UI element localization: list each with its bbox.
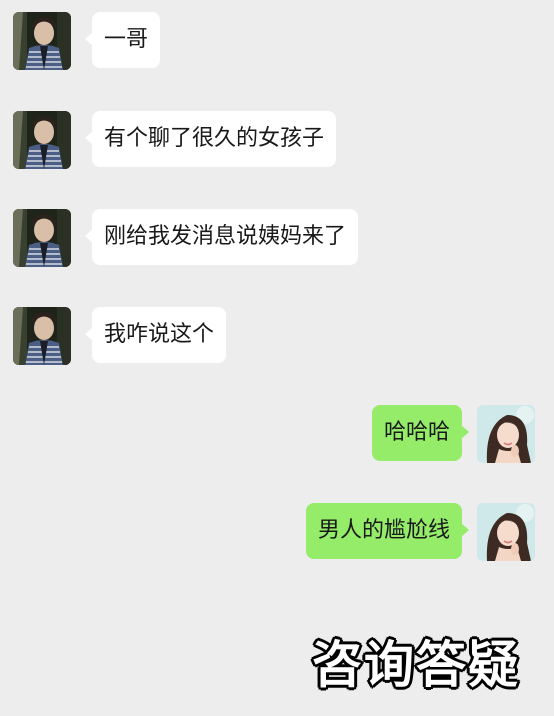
avatar[interactable] (477, 503, 535, 561)
message-bubble[interactable]: 哈哈哈 (371, 405, 470, 461)
message-bubble[interactable]: 男人的尴尬线 (305, 503, 470, 559)
user-avatar-girl-icon (477, 503, 535, 561)
message-row: 男人的尴尬线 (0, 503, 554, 563)
user-avatar-boy-icon (13, 307, 71, 365)
avatar[interactable] (13, 12, 71, 70)
message-bubble[interactable]: 我咋说这个 (84, 307, 227, 363)
avatar[interactable] (13, 307, 71, 365)
message-bubble[interactable]: 刚给我发消息说姨妈来了 (84, 209, 359, 265)
message-row: 刚给我发消息说姨妈来了 (0, 209, 554, 269)
user-avatar-boy-icon (13, 12, 71, 70)
message-bubble[interactable]: 有个聊了很久的女孩子 (84, 111, 337, 167)
message-bubble[interactable]: 一哥 (84, 12, 161, 68)
avatar[interactable] (13, 111, 71, 169)
message-row: 我咋说这个 (0, 307, 554, 367)
message-row: 一哥 (0, 12, 554, 72)
user-avatar-girl-icon (477, 405, 535, 463)
user-avatar-boy-icon (13, 209, 71, 267)
message-row: 哈哈哈 (0, 405, 554, 465)
chat-screen: { "messages": [ {"side": "left", "text":… (0, 0, 554, 716)
watermark-caption: 咨询答疑 (311, 635, 520, 696)
avatar[interactable] (477, 405, 535, 463)
user-avatar-boy-icon (13, 111, 71, 169)
avatar[interactable] (13, 209, 71, 267)
message-row: 有个聊了很久的女孩子 (0, 111, 554, 171)
